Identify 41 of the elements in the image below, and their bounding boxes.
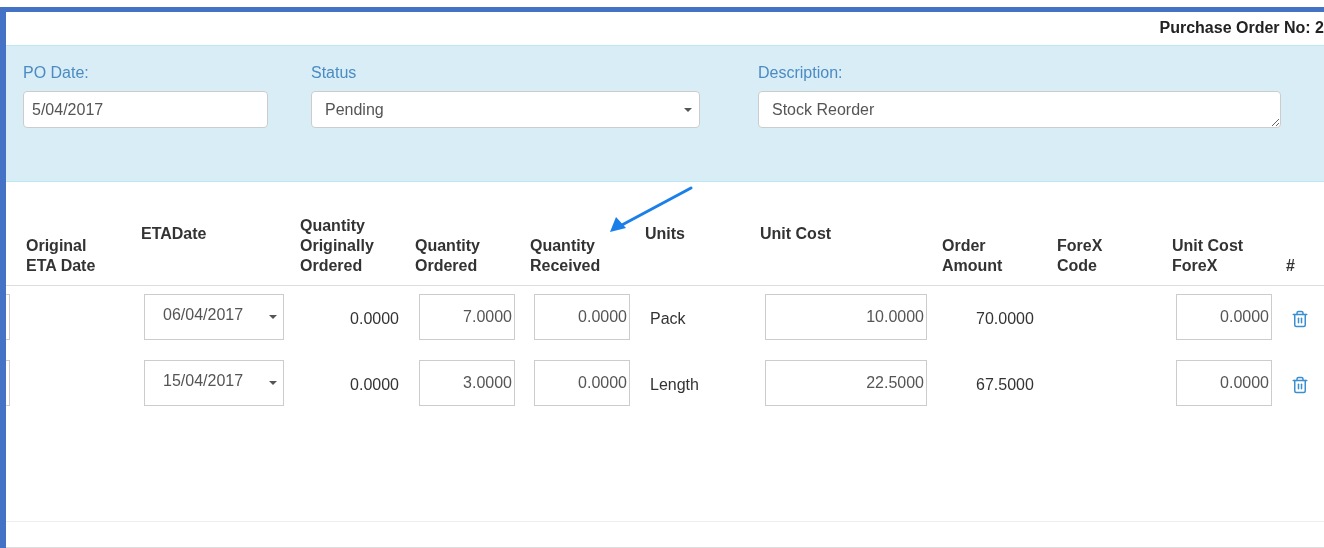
delete-icon[interactable] [1291, 376, 1309, 394]
column-header: ForeX Code [1056, 236, 1104, 276]
column-header: # [1285, 256, 1296, 276]
input-field[interactable] [6, 294, 10, 340]
column-header: Unit Cost [759, 224, 833, 244]
forex-cost-field[interactable]: 0.0000 [1176, 294, 1272, 340]
quantity-field[interactable]: 0.0000 [534, 360, 630, 406]
po-date-field[interactable]: 5/04/2017 [23, 91, 268, 128]
forex-cost-field[interactable]: 0.0000 [1176, 360, 1272, 406]
unit-cost-field[interactable]: 22.5000 [765, 360, 927, 406]
caret-icon [684, 107, 692, 112]
column-header: Quantity Received [529, 236, 602, 276]
eta-date-picker[interactable]: 06/04/2017 [144, 294, 284, 340]
table-cell-text: 70.0000 [975, 309, 1035, 329]
table-cell-text: Pack [649, 309, 687, 329]
table-cell-text: 0.0000 [349, 375, 400, 395]
column-header: Quantity Originally Ordered [299, 216, 375, 276]
column-header: Quantity Ordered [414, 236, 481, 276]
quantity-field[interactable]: 7.0000 [419, 294, 515, 340]
table-cell-text: 0.0000 [349, 309, 400, 329]
column-header: Original ETA Date [25, 236, 97, 276]
input-field[interactable] [6, 360, 10, 406]
description-field[interactable]: Stock Reorder [758, 91, 1281, 128]
caret-icon [269, 381, 277, 385]
column-header: Order Amount [941, 236, 1004, 276]
purchase-order-number: Purchase Order No: 2 [1159, 18, 1324, 38]
table-cell-text: Length [649, 375, 700, 395]
field-label: Status [311, 63, 358, 83]
quantity-field[interactable]: 0.0000 [534, 294, 630, 340]
table-cell-text: 67.5000 [975, 375, 1035, 395]
column-header: Units [644, 224, 686, 244]
field-label: Description: [758, 63, 844, 83]
delete-icon[interactable] [1291, 310, 1309, 328]
unit-cost-field[interactable]: 10.0000 [765, 294, 927, 340]
column-header: ETADate [140, 224, 208, 244]
status-select[interactable]: Pending [311, 91, 700, 128]
eta-date-picker[interactable]: 15/04/2017 [144, 360, 284, 406]
field-label: PO Date: [23, 63, 90, 83]
quantity-field[interactable]: 3.0000 [419, 360, 515, 406]
caret-icon [269, 315, 277, 319]
column-header: Unit Cost ForeX [1171, 236, 1245, 276]
